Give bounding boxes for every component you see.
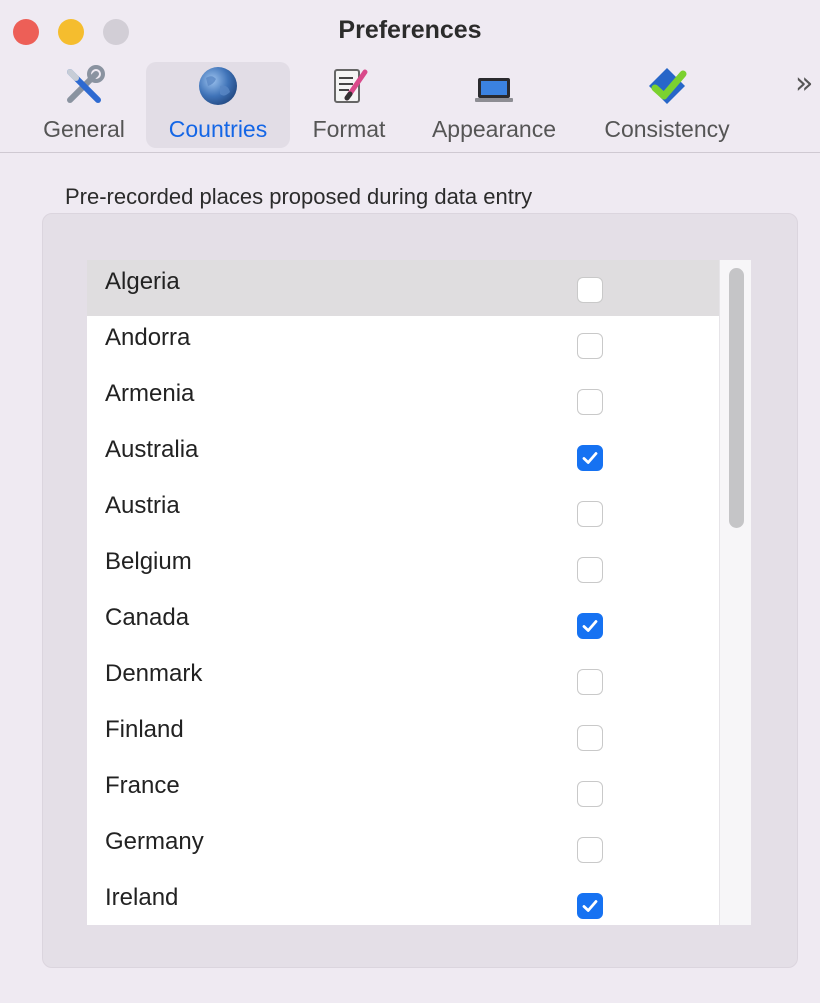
tab-appearance[interactable]: Appearance: [420, 62, 568, 148]
toolbar-separator: [0, 152, 820, 153]
country-checkbox[interactable]: [577, 725, 603, 751]
list-item[interactable]: Ireland: [87, 876, 719, 925]
list-item[interactable]: Germany: [87, 820, 719, 876]
tab-consistency[interactable]: Consistency: [592, 62, 742, 148]
tab-format[interactable]: Format: [296, 62, 402, 148]
list-item[interactable]: Austria: [87, 484, 719, 540]
laptop-icon: [472, 64, 516, 108]
tab-label: Countries: [168, 116, 268, 142]
checkmark-icon: [582, 900, 598, 912]
list-item[interactable]: Denmark: [87, 652, 719, 708]
checkmark-icon: [582, 620, 598, 632]
country-checkbox[interactable]: [577, 333, 603, 359]
tab-label: General: [43, 116, 125, 142]
country-name: Germany: [105, 828, 204, 855]
list-item[interactable]: Belgium: [87, 540, 719, 596]
country-checkbox[interactable]: [577, 669, 603, 695]
country-checkbox[interactable]: [577, 781, 603, 807]
list-item[interactable]: Australia: [87, 428, 719, 484]
list-item[interactable]: Algeria: [87, 260, 719, 316]
country-name: Australia: [105, 436, 199, 463]
country-checkbox[interactable]: [577, 501, 603, 527]
country-name: Andorra: [105, 324, 191, 351]
globe-icon: [196, 64, 240, 108]
country-checkbox[interactable]: [577, 389, 603, 415]
list-scrollbar[interactable]: [719, 260, 751, 925]
country-name: Algeria: [105, 268, 180, 295]
notepad-pencil-icon: [327, 64, 371, 108]
tab-label: Format: [312, 116, 386, 142]
country-name: France: [105, 772, 180, 799]
tab-general[interactable]: General: [28, 62, 140, 148]
window-title: Preferences: [338, 16, 482, 44]
list-item[interactable]: Finland: [87, 708, 719, 764]
checkmark-diamond-icon: [645, 64, 689, 108]
wrench-screwdriver-icon: [62, 64, 106, 108]
country-name: Armenia: [105, 380, 195, 407]
country-name: Finland: [105, 716, 184, 743]
list-item[interactable]: Andorra: [87, 316, 719, 372]
country-checkbox[interactable]: [577, 613, 603, 639]
country-checkbox[interactable]: [577, 277, 603, 303]
list-item[interactable]: France: [87, 764, 719, 820]
country-name: Belgium: [105, 548, 192, 575]
list-item[interactable]: Armenia: [87, 372, 719, 428]
country-name: Canada: [105, 604, 190, 631]
title-bar: Preferences General Countries Format App…: [0, 0, 820, 150]
country-name: Denmark: [105, 660, 203, 687]
scrollbar-thumb[interactable]: [729, 268, 744, 528]
country-name: Austria: [105, 492, 180, 519]
countries-list[interactable]: Algeria Andorra Armenia Australia Austria Bel…: [87, 260, 719, 925]
countries-caption: Pre-recorded places proposed during data…: [65, 184, 533, 209]
checkmark-icon: [582, 452, 598, 464]
country-name: Ireland: [105, 884, 179, 911]
country-checkbox[interactable]: [577, 893, 603, 919]
list-item[interactable]: Canada: [87, 596, 719, 652]
tab-label: Appearance: [431, 116, 557, 142]
toolbar-overflow-button[interactable]: »: [795, 66, 814, 101]
country-checkbox[interactable]: [577, 445, 603, 471]
country-checkbox[interactable]: [577, 837, 603, 863]
tab-countries[interactable]: Countries: [146, 62, 290, 148]
country-checkbox[interactable]: [577, 557, 603, 583]
tab-label: Consistency: [604, 116, 730, 142]
